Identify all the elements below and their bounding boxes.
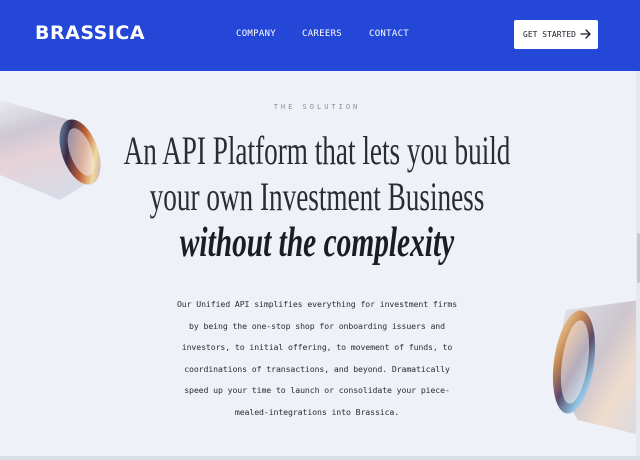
get-started-label: GET STARTED <box>523 30 576 39</box>
page-scrollbar[interactable] <box>636 71 640 460</box>
headline-line-1: An API Platform that lets you build <box>123 128 511 173</box>
nav-company[interactable]: COMPANY <box>236 29 276 39</box>
hero-headline: An API Platform that lets you build your… <box>0 128 634 266</box>
headline-emphasis: without the complexity <box>179 220 455 266</box>
headline-line-2: your own Investment Business <box>149 174 485 219</box>
body-line-6: mealed-integrations into Brassica. <box>234 406 400 417</box>
get-started-button[interactable]: GET STARTED <box>514 20 598 49</box>
section-eyebrow: THE SOLUTION <box>273 103 361 111</box>
nav-contact[interactable]: CONTACT <box>369 29 409 39</box>
arrow-right-icon <box>580 29 591 39</box>
body-line-1: Our Unified API simplifies everything fo… <box>176 299 458 309</box>
nav-careers[interactable]: CAREERS <box>302 29 342 39</box>
hero-body-copy: Our Unified API simplifies everything fo… <box>0 294 634 423</box>
brand-logo[interactable]: BRASSICA <box>35 22 145 44</box>
site-header: BRASSICA COMPANY CAREERS CONTACT GET STA… <box>0 0 640 71</box>
body-line-3: investors, to initial offering, to movem… <box>181 342 453 352</box>
body-line-4: coordinations of transactions, and beyon… <box>184 363 450 374</box>
next-section-edge <box>0 456 640 460</box>
body-line-5: speed up your time to launch or consolid… <box>184 385 450 395</box>
body-line-2: by being the one-stop shop for onboardin… <box>189 320 445 331</box>
